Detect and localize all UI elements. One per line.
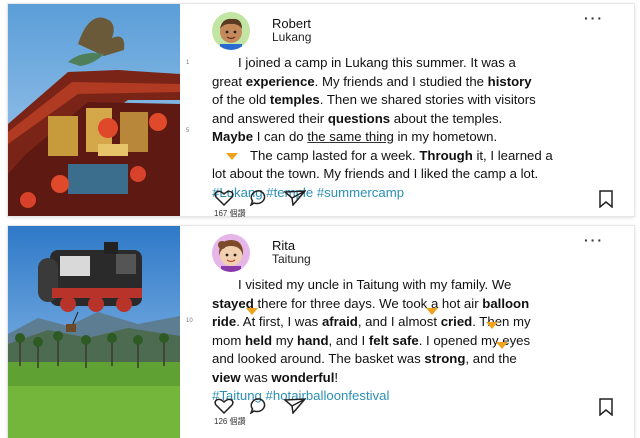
bookmark-icon[interactable] xyxy=(598,398,614,416)
bold-word: Through xyxy=(419,147,473,163)
bold-word: hand xyxy=(297,332,329,348)
like-count: 126 個讚 xyxy=(214,417,246,426)
text-line: mom xyxy=(212,332,245,348)
post-robert: 1 5 Robert Lukang ··· I joined a camp in… xyxy=(8,4,634,218)
text-line: . Then we shared stories with visitors xyxy=(319,92,536,107)
temple-photo xyxy=(8,4,180,216)
line-number: 5 xyxy=(186,128,190,134)
marker-arrow-icon xyxy=(246,308,258,315)
more-icon[interactable]: ··· xyxy=(584,10,604,26)
text-line: lot about the town. My friends and I lik… xyxy=(212,166,539,181)
marker-arrow-icon xyxy=(496,342,508,349)
bold-word: history xyxy=(487,73,532,89)
marker-arrow-icon xyxy=(486,322,498,329)
post-content: Rita Taitung ··· I visited my uncle in T… xyxy=(204,226,630,438)
username[interactable]: Rita xyxy=(272,238,295,253)
bookmark-icon[interactable] xyxy=(598,190,614,208)
bold-word: experience xyxy=(245,73,315,89)
bold-word: cried xyxy=(440,314,473,329)
text-line: ! xyxy=(334,369,339,385)
text-line: I can do xyxy=(253,129,308,144)
text-line: . My friends and I studied the xyxy=(314,73,488,89)
heart-icon[interactable] xyxy=(214,398,234,414)
bold-word: Maybe xyxy=(212,129,254,144)
bold-word: strong xyxy=(424,351,466,366)
bold-word: ride xyxy=(212,314,237,329)
location[interactable]: Lukang xyxy=(272,30,311,44)
text-line: , and the xyxy=(465,351,517,366)
page: 1 5 Robert Lukang ··· I joined a camp in… xyxy=(0,0,640,438)
like-count: 167 個讚 xyxy=(214,209,246,218)
username[interactable]: Robert xyxy=(272,16,311,31)
bold-word: questions xyxy=(327,110,391,126)
post-rita: 10 Rita Taitung ··· I visited my uncle i… xyxy=(8,226,634,438)
text-line: , and I almost xyxy=(357,314,441,329)
text-line: . Then my xyxy=(472,314,531,329)
bold-word: felt safe xyxy=(368,332,419,348)
location[interactable]: Taitung xyxy=(272,252,311,266)
text-line: was xyxy=(240,369,272,385)
share-icon[interactable] xyxy=(284,190,306,206)
avatar-rita[interactable] xyxy=(212,234,250,272)
text-line: . At first, I was xyxy=(236,314,322,329)
text-line: I joined a camp in Lukang this summer. I… xyxy=(238,55,516,70)
marker-arrow-icon xyxy=(226,152,238,160)
text-line: great xyxy=(212,73,246,89)
action-bar xyxy=(212,190,628,208)
bold-word: held xyxy=(244,332,273,348)
bold-word: afraid xyxy=(321,314,358,329)
heart-icon[interactable] xyxy=(214,190,234,206)
text-line: in my hometown. xyxy=(393,129,498,144)
avatar-robert[interactable] xyxy=(212,12,250,50)
post-text: I visited my uncle in Taitung with my fa… xyxy=(212,276,632,406)
text-line: it, I learned a xyxy=(472,147,553,163)
comment-icon[interactable] xyxy=(250,398,270,414)
text-line: . I opened my eyes xyxy=(418,332,531,348)
text-line: and looked around. The basket was xyxy=(212,351,425,366)
text-line: my xyxy=(272,332,297,348)
more-icon[interactable]: ··· xyxy=(584,232,604,248)
action-bar xyxy=(212,398,628,416)
share-icon[interactable] xyxy=(284,398,306,414)
line-number: 10 xyxy=(186,318,193,324)
post-text: I joined a camp in Lukang this summer. I… xyxy=(212,54,632,202)
bold-word: wonderful xyxy=(271,369,335,385)
text-line: of the old xyxy=(212,92,270,107)
marker-arrow-icon xyxy=(426,308,438,315)
text-line: there for three days. We took a hot air xyxy=(253,295,483,311)
text-line: and answered their xyxy=(212,110,328,126)
line-number: 1 xyxy=(186,60,190,66)
text-line: about the temples. xyxy=(390,110,503,126)
text-line: The camp lasted for a week. xyxy=(250,147,420,163)
balloon-photo xyxy=(8,226,180,438)
text-line: , and I xyxy=(328,332,369,348)
post-content: Robert Lukang ··· I joined a camp in Luk… xyxy=(204,4,632,218)
text-line: I visited my uncle in Taitung with my fa… xyxy=(238,277,512,292)
comment-icon[interactable] xyxy=(250,190,270,206)
bold-word: balloon xyxy=(482,295,530,311)
underlined-phrase: the same thing xyxy=(307,129,394,144)
bold-word: view xyxy=(212,369,241,385)
bold-word: temples xyxy=(269,92,320,107)
